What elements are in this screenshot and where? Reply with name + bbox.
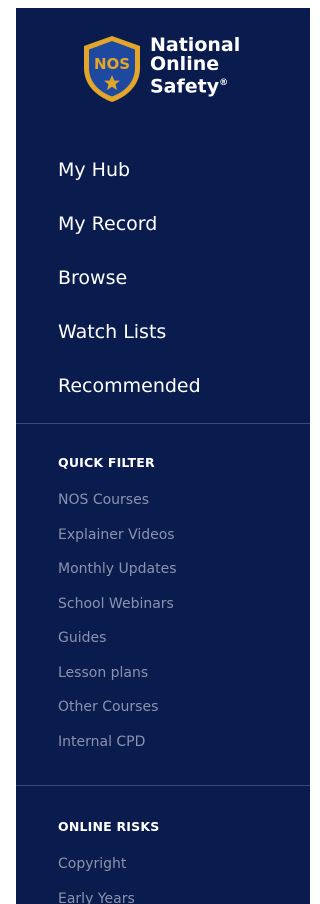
registered-mark: ® <box>219 78 229 88</box>
filter-guides[interactable]: Guides <box>58 628 177 663</box>
filter-monthly-updates[interactable]: Monthly Updates <box>58 559 177 594</box>
quick-filter-section: QUICK FILTER NOS Courses Explainer Video… <box>58 454 177 766</box>
nav-item-watch-lists[interactable]: Watch Lists <box>58 320 201 374</box>
sidebar: NOS National Online Safety® My Hub My Re… <box>16 8 310 904</box>
brand-logo[interactable]: NOS National Online Safety® <box>80 34 270 112</box>
brand-name: National Online Safety® <box>150 36 240 96</box>
main-nav: My Hub My Record Browse Watch Lists Reco… <box>58 158 201 428</box>
risk-copyright[interactable]: Copyright <box>58 854 159 889</box>
nav-item-browse[interactable]: Browse <box>58 266 201 320</box>
shield-badge-icon: NOS <box>84 36 140 102</box>
filter-internal-cpd[interactable]: Internal CPD <box>58 732 177 767</box>
risk-early-years[interactable]: Early Years <box>58 889 159 904</box>
divider <box>16 785 310 786</box>
badge-text: NOS <box>94 55 130 73</box>
filter-lesson-plans[interactable]: Lesson plans <box>58 663 177 698</box>
brand-name-line3: Safety® <box>150 75 229 98</box>
online-risks-title: ONLINE RISKS <box>58 819 160 834</box>
divider <box>16 423 310 424</box>
filter-explainer-videos[interactable]: Explainer Videos <box>58 525 177 560</box>
quick-filter-title: QUICK FILTER <box>58 455 155 470</box>
filter-nos-courses[interactable]: NOS Courses <box>58 490 177 525</box>
filter-other-courses[interactable]: Other Courses <box>58 697 177 732</box>
nav-item-my-hub[interactable]: My Hub <box>58 158 201 212</box>
nav-item-my-record[interactable]: My Record <box>58 212 201 266</box>
nav-item-recommended[interactable]: Recommended <box>58 374 201 428</box>
filter-school-webinars[interactable]: School Webinars <box>58 594 177 629</box>
brand-name-line2: Online <box>150 53 220 75</box>
online-risks-section: ONLINE RISKS Copyright Early Years <box>58 818 159 904</box>
